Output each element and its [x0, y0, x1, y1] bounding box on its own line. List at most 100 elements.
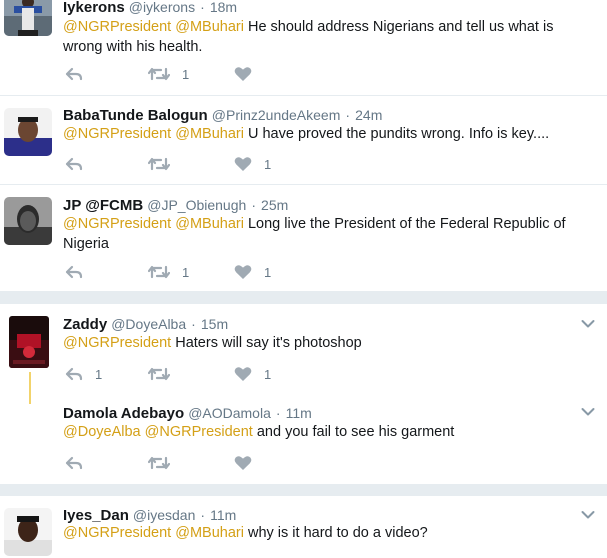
author-handle[interactable]: @iykerons — [129, 0, 195, 15]
tweet-actions: 1 1 — [63, 262, 283, 282]
tweet-header: Iykerons @iykerons · 18m — [63, 0, 237, 17]
author-handle[interactable]: @DoyeAlba — [111, 316, 186, 332]
reply-button[interactable] — [65, 64, 95, 84]
timestamp[interactable]: 11m — [210, 507, 236, 523]
retweet-button[interactable] — [148, 154, 182, 174]
like-button[interactable]: 1 — [234, 154, 271, 174]
mention-link[interactable]: @NGRPresident — [63, 216, 171, 232]
retweet-icon — [148, 366, 170, 382]
like-button[interactable] — [234, 64, 264, 84]
author-handle[interactable]: @JP_Obienugh — [147, 197, 246, 213]
tweet[interactable]: Iyes_Dan @iyesdan · 11m @NGRPresident @M… — [0, 496, 607, 558]
tweet-text-segment: Haters will say it's photoshop — [171, 335, 362, 351]
tweet-text-segment: U have proved the pundits wrong. Info is… — [243, 126, 550, 142]
tweet-actions — [63, 453, 283, 473]
retweet-button[interactable]: 1 — [148, 262, 189, 282]
mention-link[interactable]: @NGRPresident — [63, 335, 171, 351]
avatar[interactable] — [4, 197, 52, 245]
tweet[interactable]: JP @FCMB @JP_Obienugh · 25m @NGRPresiden… — [0, 185, 607, 291]
mention-link[interactable]: @NGRPresident — [63, 525, 171, 541]
tweet-text: @NGRPresident Haters will say it's photo… — [63, 333, 583, 353]
tweet-header: BabaTunde Balogun @Prinz2undeAkeem · 24m — [63, 105, 382, 125]
author-handle[interactable]: @Prinz2undeAkeem — [212, 107, 341, 123]
reply-button[interactable] — [65, 154, 95, 174]
retweet-icon — [148, 455, 170, 471]
thread-separator — [0, 484, 607, 496]
separator-dot: · — [251, 197, 256, 213]
author-handle[interactable]: @AODamola — [188, 405, 271, 421]
retweet-button[interactable] — [148, 364, 182, 384]
reply-icon — [65, 265, 83, 279]
tweet[interactable]: BabaTunde Balogun @Prinz2undeAkeem · 24m… — [0, 96, 607, 184]
reply-button[interactable] — [65, 453, 95, 473]
chevron-down-icon — [581, 319, 595, 329]
author-name[interactable]: Damola Adebayo — [63, 405, 184, 422]
chevron-down-icon — [581, 510, 595, 520]
author-name[interactable]: BabaTunde Balogun — [63, 107, 208, 124]
heart-icon — [234, 156, 252, 172]
retweet-icon — [148, 264, 170, 280]
retweet-button[interactable]: 1 — [148, 64, 189, 84]
tweet-actions: 1 — [63, 154, 283, 174]
more-menu-button[interactable] — [581, 407, 595, 417]
mention-link[interactable]: @MBuhari — [175, 525, 244, 541]
timestamp[interactable]: 24m — [355, 107, 382, 123]
author-handle[interactable]: @iyesdan — [133, 507, 195, 523]
separator-dot: · — [275, 405, 281, 421]
heart-icon — [234, 455, 252, 471]
mention-link[interactable]: @DoyeAlba — [63, 424, 141, 440]
reply-button[interactable]: 1 — [65, 364, 102, 384]
timestamp[interactable]: 18m — [210, 0, 237, 15]
mention-link[interactable]: @MBuhari — [175, 19, 244, 35]
avatar[interactable] — [4, 508, 52, 556]
timestamp[interactable]: 11m — [286, 405, 312, 421]
author-name[interactable]: Iyes_Dan — [63, 507, 129, 524]
tweet-text: @NGRPresident @MBuhari Long live the Pre… — [63, 214, 583, 254]
retweet-icon — [148, 156, 170, 172]
like-button[interactable] — [234, 453, 264, 473]
tweet[interactable]: Zaddy @DoyeAlba · 15m @NGRPresident Hate… — [0, 304, 607, 393]
tweet-header: Iyes_Dan @iyesdan · 11m — [63, 505, 236, 525]
avatar[interactable] — [4, 0, 52, 36]
separator-dot: · — [200, 507, 206, 523]
retweet-count: 1 — [182, 66, 190, 82]
like-count: 1 — [264, 366, 272, 382]
tweet-actions: 1 — [63, 64, 283, 84]
chevron-down-icon — [581, 407, 595, 417]
tweet-header: Zaddy @DoyeAlba · 15m — [63, 314, 228, 334]
author-name[interactable]: Iykerons — [63, 0, 125, 16]
mention-link[interactable]: @NGRPresident — [145, 424, 253, 440]
timestamp[interactable]: 15m — [201, 316, 228, 332]
mention-link[interactable]: @NGRPresident — [63, 126, 171, 142]
separator-dot: · — [191, 316, 196, 332]
separator-dot: · — [200, 0, 205, 15]
more-menu-button[interactable] — [581, 510, 595, 520]
mention-link[interactable]: @NGRPresident — [63, 19, 171, 35]
reply-icon — [65, 67, 83, 81]
tweet[interactable]: Iykerons @iykerons · 18m @NGRPresident @… — [0, 0, 607, 95]
tweet-feed: Iykerons @iykerons · 18m @NGRPresident @… — [0, 0, 607, 558]
more-menu-button[interactable] — [581, 319, 595, 329]
reply-icon — [65, 367, 83, 381]
avatar[interactable] — [4, 108, 52, 156]
like-count: 1 — [264, 264, 272, 280]
thread-separator — [0, 291, 607, 304]
reply-count: 1 — [95, 366, 103, 382]
like-button[interactable]: 1 — [234, 262, 271, 282]
tweet-text-segment: why is it hard to do a video? — [243, 525, 428, 541]
tweet-text-segment: and you fail to see his garment — [252, 424, 455, 440]
tweet-text: @NGRPresident @MBuhari U have proved the… — [63, 124, 583, 144]
retweet-count: 1 — [182, 264, 190, 280]
author-name[interactable]: Zaddy — [63, 316, 107, 333]
tweet[interactable]: Damola Adebayo @AODamola · 11m @DoyeAlba… — [0, 393, 607, 484]
mention-link[interactable]: @MBuhari — [175, 216, 244, 232]
retweet-button[interactable] — [148, 453, 182, 473]
like-button[interactable]: 1 — [234, 364, 271, 384]
avatar[interactable] — [9, 316, 49, 368]
mention-link[interactable]: @MBuhari — [175, 126, 244, 142]
tweet-header: Damola Adebayo @AODamola · 11m — [63, 403, 312, 423]
heart-icon — [234, 264, 252, 280]
reply-button[interactable] — [65, 262, 95, 282]
author-name[interactable]: JP @FCMB — [63, 197, 143, 214]
timestamp[interactable]: 25m — [261, 197, 288, 213]
